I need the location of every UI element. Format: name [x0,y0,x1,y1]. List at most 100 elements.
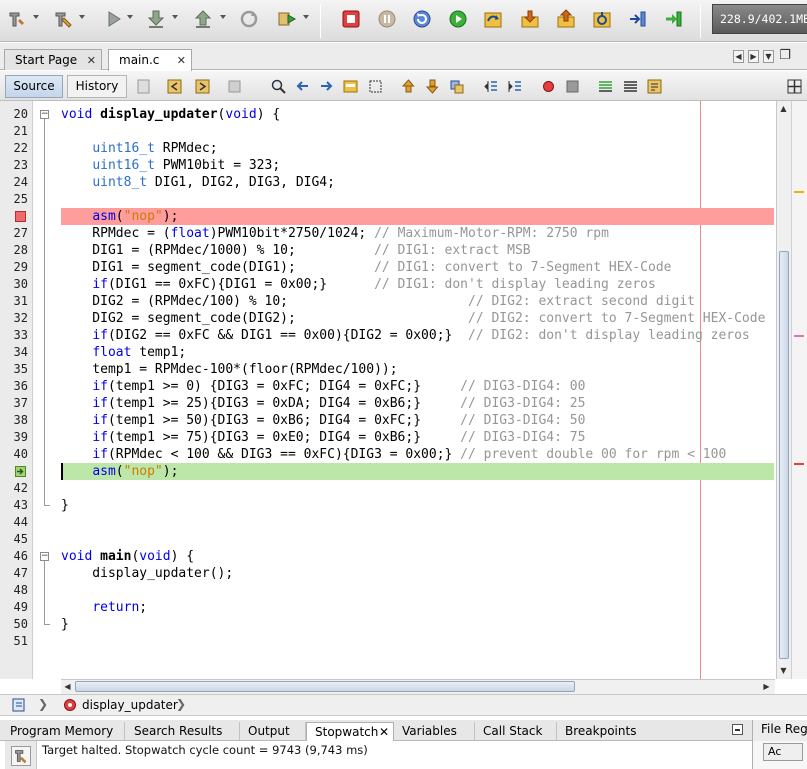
breakpoint-marker[interactable] [794,335,804,337]
reset-stopwatch-icon[interactable] [11,746,31,766]
focus-pc-icon[interactable] [663,8,685,30]
vertical-scroll-thumb[interactable] [779,251,789,659]
close-icon[interactable]: ✕ [177,54,186,67]
tab-breakpoints[interactable]: Breakpoints [557,722,647,741]
set-pc-icon[interactable] [627,8,649,30]
stop-icon[interactable] [340,8,362,30]
code-line[interactable]: 30 if(DIG1 == 0xFC){DIG1 = 0x00;} // DIG… [0,276,776,293]
pause-icon[interactable] [376,8,398,30]
start-macro-icon[interactable] [539,77,557,95]
code-line[interactable]: 48 [0,582,776,599]
scroll-tabs-left-icon[interactable]: ◀ [733,50,744,63]
scroll-right-icon[interactable]: ▶ [760,680,773,693]
code-line[interactable]: 35 temp1 = RPMdec-100*(floor(RPMdec/100)… [0,361,776,378]
vertical-scrollbar[interactable]: ▲ ▼ [776,101,791,679]
code-editor[interactable]: 20 void display_updater(void) {− 21 22 uint… [0,101,776,679]
code-line[interactable]: 24 uint8_t DIG1, DIG2, DIG3, DIG4; [0,174,776,191]
clean-build-icon[interactable] [52,8,74,30]
tab-stopwatch[interactable]: Stopwatch ✕ [306,722,394,741]
file-icon[interactable] [12,698,28,712]
close-icon[interactable]: ✕ [87,54,96,67]
tab-call-stack[interactable]: Call Stack [475,722,557,741]
reset-target-icon[interactable] [411,8,433,30]
scroll-left-icon[interactable]: ◀ [61,680,74,693]
code-line[interactable]: 21 [0,123,776,140]
shift-left-icon[interactable] [481,77,499,95]
tab-history[interactable]: History [67,75,127,98]
code-line[interactable]: asm("nop"); [61,463,774,480]
back-icon[interactable] [165,77,183,95]
code-line[interactable]: 23 uint16_t PWM10bit = 323; [0,157,776,174]
reset-icon[interactable] [238,8,260,30]
program-device-icon[interactable] [145,8,167,30]
find-icon[interactable] [269,77,287,95]
program-counter-icon[interactable] [15,466,26,477]
code-line[interactable]: 51 [0,633,776,650]
code-line[interactable]: 25 [0,191,776,208]
continue-icon[interactable] [447,8,469,30]
code-line[interactable]: 36 if(temp1 >= 0) {DIG3 = 0xFC; DIG4 = 0… [0,378,776,395]
code-line[interactable]: asm("nop"); [61,208,774,225]
scroll-tabs-right-icon[interactable]: ▶ [748,50,759,63]
code-line[interactable]: 47 display_updater(); [0,565,776,582]
code-line[interactable]: 43} [0,497,776,514]
tab-output[interactable]: Output [240,722,306,741]
file-registers-action-button[interactable]: Ac [763,743,803,761]
code-line[interactable]: 37 if(temp1 >= 25){DIG3 = 0xDA; DIG4 = 0… [0,395,776,412]
tab-start-page[interactable]: Start Page ✕ [4,49,102,70]
next-bookmark-icon[interactable] [423,77,441,95]
code-line[interactable]: 40 if(RPMdec < 100 && DIG3 == 0xFC){DIG3… [0,446,776,463]
warning-marker[interactable] [794,191,804,193]
code-line[interactable]: 49 return; [0,599,776,616]
close-icon[interactable]: ✕ [379,723,389,742]
forward-icon[interactable] [193,77,211,95]
code-line[interactable]: 34 float temp1; [0,344,776,361]
restore-window-icon[interactable]: ❐ [778,49,792,63]
code-line[interactable]: 27 RPMdec = (float)PWM10bit*2750/1024; /… [0,225,776,242]
error-stripe[interactable] [791,101,807,679]
debug-main-icon[interactable] [276,8,298,30]
code-line[interactable]: 20 void display_updater(void) { [0,106,776,123]
scroll-up-icon[interactable]: ▲ [777,102,790,115]
tab-list-icon[interactable]: ▼ [763,50,774,63]
code-line[interactable]: 28 DIG1 = (RPMdec/1000) % 10; // DIG1: e… [0,242,776,259]
tab-variables[interactable]: Variables [394,722,475,741]
run-to-cursor-icon[interactable] [591,8,613,30]
code-line[interactable]: 50} [0,616,776,633]
comment-icon[interactable] [596,77,614,95]
code-line[interactable]: 32 DIG2 = segment_code(DIG2); // DIG2: c… [0,310,776,327]
build-icon[interactable] [6,8,28,30]
run-icon[interactable] [103,8,125,30]
fold-toggle-icon[interactable]: − [40,110,49,119]
code-line[interactable]: 29 DIG1 = segment_code(DIG1); // DIG1: c… [0,259,776,276]
split-editor-icon[interactable] [785,77,803,95]
horizontal-scrollbar[interactable]: ◀ ▶ [61,679,775,694]
toggle-bookmark-icon[interactable] [447,77,465,95]
memory-usage-readout[interactable]: 228.9/402.1MB [712,4,807,34]
code-line[interactable]: 31 DIG2 = (RPMdec/100) % 10; // DIG2: ex… [0,293,776,310]
scroll-down-icon[interactable]: ▼ [777,664,790,677]
code-line[interactable]: 45 [0,531,776,548]
stop-macro-icon[interactable] [563,77,581,95]
bookmark-icon[interactable] [225,77,243,95]
step-over-icon[interactable] [482,8,504,30]
minimize-panel-icon[interactable] [732,724,743,735]
tab-program-memory[interactable]: Program Memory [2,722,125,741]
code-line[interactable]: 33 if(DIG2 == 0xFC && DIG1 == 0x00){DIG2… [0,327,776,344]
step-into-icon[interactable] [519,8,541,30]
last-edit-icon[interactable] [134,77,152,95]
read-device-icon[interactable] [192,8,214,30]
find-next-icon[interactable] [317,77,335,95]
shift-right-icon[interactable] [505,77,523,95]
step-out-icon[interactable] [555,8,577,30]
code-line[interactable]: 38 if(temp1 >= 50){DIG3 = 0xB6; DIG4 = 0… [0,412,776,429]
pc-marker[interactable] [794,463,804,465]
format-icon[interactable] [645,77,663,95]
toggle-highlight-icon[interactable] [341,77,359,95]
file-registers-panel-title[interactable]: File Reg [752,720,807,741]
code-line[interactable]: 44 [0,514,776,531]
tab-main-c[interactable]: main.c ✕ [108,49,192,71]
code-line[interactable]: 46 void main(void) { [0,548,776,565]
breakpoint-icon[interactable] [15,211,26,222]
uncomment-icon[interactable] [621,77,639,95]
